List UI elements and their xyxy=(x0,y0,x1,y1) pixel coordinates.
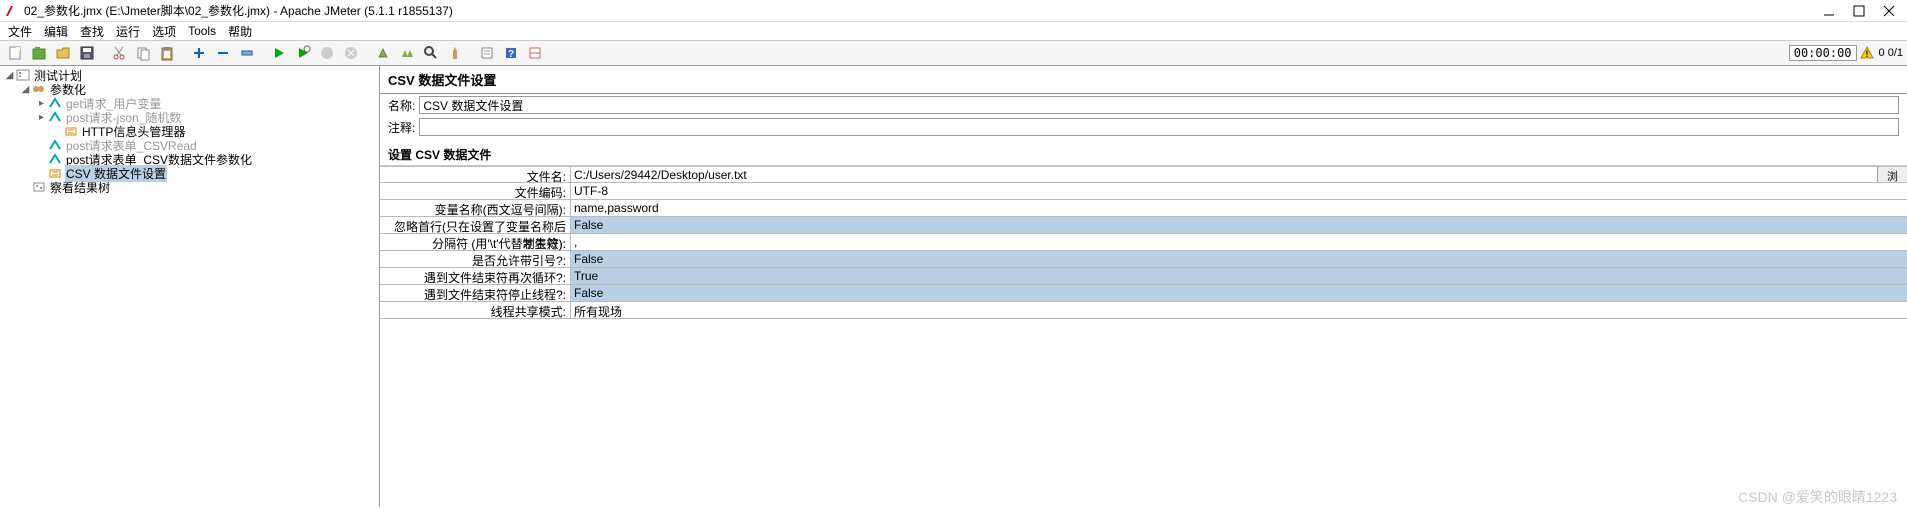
config-row: 文件名:C:/Users/29442/Desktop/user.txt浏览.. xyxy=(380,166,1907,183)
toggle-button[interactable] xyxy=(236,42,258,64)
paste-button[interactable] xyxy=(156,42,178,64)
clear-button[interactable] xyxy=(372,42,394,64)
tree-results[interactable]: 察看结果树 xyxy=(0,180,379,194)
function-helper-button[interactable] xyxy=(476,42,498,64)
sampler-icon xyxy=(47,96,63,110)
config-row: 遇到文件结束符再次循环?:True xyxy=(380,268,1907,285)
testplan-icon xyxy=(15,68,31,82)
main-area: ◢ 测试计划 ◢ 参数化 ▸ get请求_用户变量 ▸ post请求-json_… xyxy=(0,66,1907,507)
config-value[interactable]: UTF-8 xyxy=(570,183,1907,199)
config-label: 遇到文件结束符停止线程?: xyxy=(380,285,570,301)
config-label: 遇到文件结束符再次循环?: xyxy=(380,268,570,284)
config-row: 线程共享模式:所有现场 xyxy=(380,302,1907,319)
config-row: 是否允许带引号?:False xyxy=(380,251,1907,268)
maximize-button[interactable] xyxy=(1853,5,1865,17)
listener-icon xyxy=(31,180,47,194)
menu-search[interactable]: 查找 xyxy=(76,23,108,40)
elapsed-time: 00:00:00 xyxy=(1789,45,1857,61)
threadgroup-icon xyxy=(31,82,47,96)
panel-title: CSV 数据文件设置 xyxy=(380,66,1907,94)
menu-options[interactable]: 选项 xyxy=(148,23,180,40)
stop-button[interactable] xyxy=(316,42,338,64)
config-value[interactable]: False xyxy=(570,217,1907,233)
cut-button[interactable] xyxy=(108,42,130,64)
tree-group[interactable]: ◢ 参数化 xyxy=(0,82,379,96)
config-value[interactable]: 所有现场 xyxy=(570,302,1907,318)
comment-input[interactable] xyxy=(419,118,1899,136)
minimize-button[interactable] xyxy=(1823,5,1835,17)
config-row: 分隔符 (用'\t'代替制表符):, xyxy=(380,234,1907,251)
tree-item[interactable]: ▸ get请求_用户变量 xyxy=(0,96,379,110)
copy-button[interactable] xyxy=(132,42,154,64)
config-label: 变量名称(西文逗号间隔): xyxy=(380,200,570,216)
config-value[interactable]: False xyxy=(570,251,1907,267)
shutdown-button[interactable] xyxy=(340,42,362,64)
svg-text:?: ? xyxy=(508,49,514,60)
toggle-icon[interactable]: ◢ xyxy=(20,84,31,95)
config-label: 忽略首行(只在设置了变量名称后才生效): xyxy=(380,217,570,233)
config-label: 分隔符 (用'\t'代替制表符): xyxy=(380,234,570,250)
menu-edit[interactable]: 编辑 xyxy=(40,23,72,40)
section-title: 设置 CSV 数据文件 xyxy=(380,142,1907,166)
config-row: 遇到文件结束符停止线程?:False xyxy=(380,285,1907,302)
config-label: 文件编码: xyxy=(380,183,570,199)
clear-all-button[interactable] xyxy=(396,42,418,64)
config-label: 文件名: xyxy=(380,167,570,182)
reset-search-button[interactable] xyxy=(444,42,466,64)
tree-panel[interactable]: ◢ 测试计划 ◢ 参数化 ▸ get请求_用户变量 ▸ post请求-json_… xyxy=(0,66,380,507)
warning-icon: ! xyxy=(1859,45,1875,61)
config-label: 是否允许带引号?: xyxy=(380,251,570,267)
svg-text:!: ! xyxy=(1865,49,1868,59)
menu-file[interactable]: 文件 xyxy=(4,23,36,40)
close-button[interactable] xyxy=(1883,5,1895,17)
toggle-log-button[interactable] xyxy=(524,42,546,64)
tree-label: 察看结果树 xyxy=(49,179,111,196)
browse-button[interactable]: 浏览.. xyxy=(1877,167,1907,182)
collapse-button[interactable] xyxy=(212,42,234,64)
window-title: 02_参数化.jmx (E:\Jmeter脚本\02_参数化.jmx) - Ap… xyxy=(24,2,1823,19)
templates-button[interactable] xyxy=(28,42,50,64)
comment-label: 注释: xyxy=(388,119,415,136)
name-label: 名称: xyxy=(388,97,415,114)
config-value[interactable]: False xyxy=(570,285,1907,301)
menubar: 文件 编辑 查找 运行 选项 Tools 帮助 xyxy=(0,22,1907,40)
titlebar: 02_参数化.jmx (E:\Jmeter脚本\02_参数化.jmx) - Ap… xyxy=(0,0,1907,22)
save-button[interactable] xyxy=(76,42,98,64)
toggle-icon[interactable]: ▸ xyxy=(36,112,47,123)
help-button[interactable]: ? xyxy=(500,42,522,64)
config-row: 文件编码:UTF-8 xyxy=(380,183,1907,200)
config-value[interactable]: , xyxy=(570,234,1907,250)
config-row: 变量名称(西文逗号间隔):name,password xyxy=(380,200,1907,217)
new-button[interactable] xyxy=(4,42,26,64)
config-value[interactable]: True xyxy=(570,268,1907,284)
content-panel: CSV 数据文件设置 名称: 注释: 设置 CSV 数据文件 文件名:C:/Us… xyxy=(380,66,1907,507)
name-input[interactable] xyxy=(419,96,1899,114)
config-value[interactable]: C:/Users/29442/Desktop/user.txt xyxy=(570,167,1877,182)
toolbar: ? 00:00:00 ! 0 0/1 xyxy=(0,40,1907,66)
thread-count: 0 0/1 xyxy=(1879,47,1903,59)
menu-help[interactable]: 帮助 xyxy=(224,23,256,40)
sampler-icon xyxy=(47,138,63,152)
toggle-icon[interactable]: ◢ xyxy=(4,70,15,81)
tree-item[interactable]: ▸ post请求-json_随机数 xyxy=(0,110,379,124)
menu-tools[interactable]: Tools xyxy=(184,24,220,38)
watermark: CSDN @爱笑的眼睛1223 xyxy=(1738,487,1897,507)
config-value[interactable]: name,password xyxy=(570,200,1907,216)
config-grid: 文件名:C:/Users/29442/Desktop/user.txt浏览..文… xyxy=(380,166,1907,319)
menu-run[interactable]: 运行 xyxy=(112,23,144,40)
search-button[interactable] xyxy=(420,42,442,64)
config-label: 线程共享模式: xyxy=(380,302,570,318)
toggle-icon[interactable]: ▸ xyxy=(36,98,47,109)
start-no-timers-button[interactable] xyxy=(292,42,314,64)
start-button[interactable] xyxy=(268,42,290,64)
app-icon xyxy=(4,4,18,18)
sampler-icon xyxy=(47,152,63,166)
open-button[interactable] xyxy=(52,42,74,64)
expand-button[interactable] xyxy=(188,42,210,64)
tree-item[interactable]: post请求表单_CSV数据文件参数化 xyxy=(0,152,379,166)
sampler-icon xyxy=(47,110,63,124)
config-row: 忽略首行(只在设置了变量名称后才生效):False xyxy=(380,217,1907,234)
